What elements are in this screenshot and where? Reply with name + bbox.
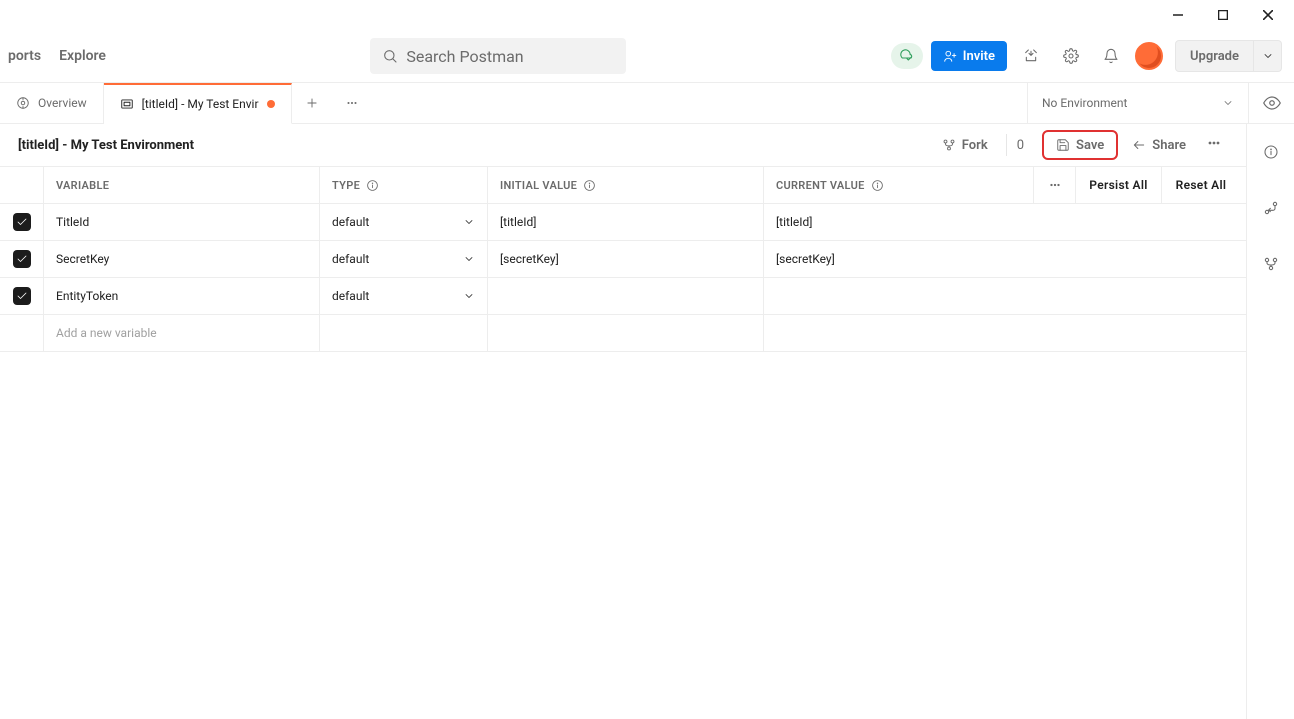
type-select[interactable]: default [332, 289, 475, 303]
type-select[interactable]: default [332, 252, 475, 266]
upgrade-menu[interactable] [1254, 40, 1282, 72]
col-initial: INITIAL VALUE [488, 167, 764, 203]
search-input[interactable]: Search Postman [370, 38, 626, 74]
fork-icon [942, 138, 956, 152]
upgrade-button[interactable]: Upgrade [1175, 40, 1254, 72]
initial-value-cell[interactable]: [titleId] [488, 204, 764, 240]
tab-overview[interactable]: Overview [0, 83, 104, 123]
current-value-cell[interactable]: [titleId] [764, 204, 1246, 240]
tab-environment[interactable]: [titleId] - My Test Envir [104, 83, 292, 124]
capture-icon[interactable] [1015, 40, 1047, 72]
col-checkbox [0, 167, 44, 203]
notifications-icon[interactable] [1095, 40, 1127, 72]
info-icon [871, 179, 884, 192]
window-minimize[interactable] [1155, 1, 1200, 29]
current-value-cell[interactable]: [secretKey] [764, 241, 1246, 277]
variable-cell[interactable]: EntityToken [44, 278, 320, 314]
variable-cell[interactable]: SecretKey [44, 241, 320, 277]
app-header: ports Explore Search Postman Invite Upgr… [0, 30, 1294, 82]
changelog-button[interactable] [1255, 192, 1287, 224]
row-checkbox[interactable] [13, 250, 31, 268]
environment-title: [titleId] - My Test Environment [18, 138, 194, 153]
row-checkbox[interactable] [13, 287, 31, 305]
col-current: CURRENT VALUE [764, 167, 1034, 203]
type-select[interactable]: default [332, 215, 475, 229]
col-more-button[interactable] [1034, 167, 1076, 203]
variable-cell[interactable]: TitleId [44, 204, 320, 240]
tabbar: Overview [titleId] - My Test Envir No En… [0, 82, 1294, 124]
reset-all-button[interactable]: Reset All [1162, 167, 1240, 203]
environment-selector[interactable]: No Environment [1028, 83, 1248, 123]
persist-all-button[interactable]: Persist All [1076, 167, 1162, 203]
search-placeholder: Search Postman [406, 47, 523, 66]
settings-icon[interactable] [1055, 40, 1087, 72]
row-checkbox[interactable] [13, 213, 31, 231]
save-button[interactable]: Save [1042, 130, 1118, 160]
info-panel-button[interactable] [1255, 136, 1287, 168]
add-tab-button[interactable] [292, 83, 332, 123]
sync-icon[interactable] [891, 43, 923, 69]
overview-icon [16, 96, 30, 110]
environment-header: [titleId] - My Test Environment Fork 0 S… [0, 124, 1246, 166]
right-rail [1246, 124, 1294, 719]
env-icon [120, 97, 134, 111]
invite-icon [943, 49, 957, 63]
nav-reports[interactable]: ports [8, 48, 41, 64]
chevron-down-icon [463, 216, 475, 228]
window-titlebar [0, 0, 1294, 30]
share-button[interactable]: Share [1122, 130, 1196, 160]
info-icon [583, 179, 596, 192]
initial-value-cell[interactable]: [secretKey] [488, 241, 764, 277]
variables-table: VARIABLE TYPE INITIAL VALUE CURRENT VALU… [0, 166, 1246, 352]
col-type: TYPE [320, 167, 488, 203]
table-row: SecretKey default [secretKey] [secretKey… [0, 241, 1246, 278]
table-row: TitleId default [titleId] [titleId] [0, 204, 1246, 241]
col-variable: VARIABLE [44, 167, 320, 203]
save-icon [1056, 138, 1070, 152]
search-icon [382, 48, 398, 64]
add-variable-row[interactable]: Add a new variable [0, 315, 1246, 352]
env-more-button[interactable] [1200, 135, 1228, 155]
nav-explore[interactable]: Explore [59, 48, 106, 64]
invite-button[interactable]: Invite [931, 41, 1007, 71]
chevron-down-icon [463, 290, 475, 302]
share-icon [1132, 138, 1146, 152]
window-maximize[interactable] [1200, 1, 1245, 29]
unsaved-indicator [267, 100, 275, 108]
fork-button[interactable]: Fork [932, 130, 998, 160]
chevron-down-icon [463, 253, 475, 265]
window-close[interactable] [1245, 1, 1290, 29]
tabs-more-button[interactable] [332, 83, 372, 123]
current-value-cell[interactable] [764, 278, 1246, 314]
info-icon [366, 179, 379, 192]
table-row: EntityToken default [0, 278, 1246, 315]
initial-value-cell[interactable] [488, 278, 764, 314]
pull-requests-button[interactable] [1255, 248, 1287, 280]
chevron-down-icon [1222, 97, 1234, 109]
environment-view-button[interactable] [1248, 83, 1294, 123]
avatar[interactable] [1135, 42, 1163, 70]
fork-count: 0 [1006, 134, 1034, 156]
